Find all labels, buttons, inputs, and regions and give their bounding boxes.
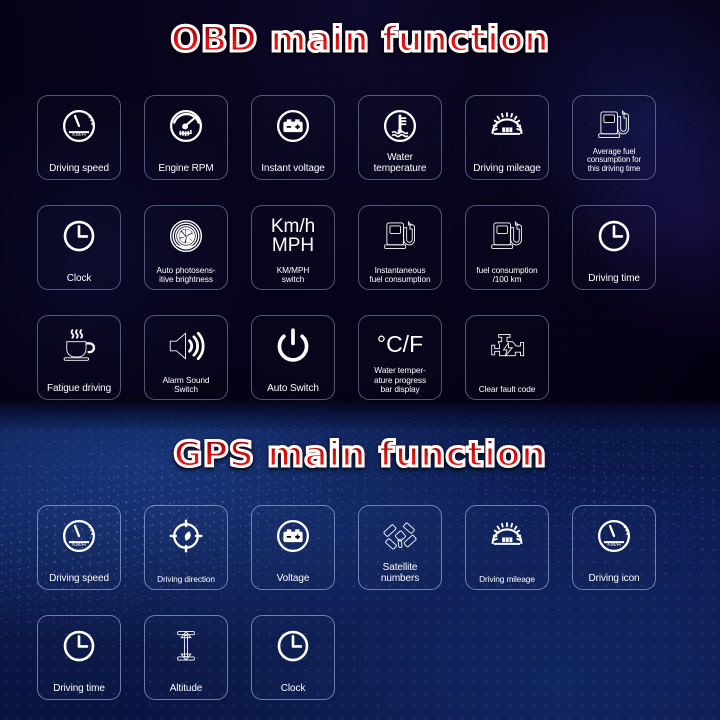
feature-card-label: Driving speed <box>49 163 109 174</box>
feature-card-label: Altitude <box>169 683 203 694</box>
feature-card-label: Driving direction <box>157 573 215 584</box>
clock-icon <box>573 213 655 258</box>
feature-card[interactable]: Km/h MPH KM/MPH switch <box>251 205 335 290</box>
feature-card[interactable]: Water temperature <box>358 95 442 180</box>
feature-card[interactable]: Driving time <box>37 615 121 700</box>
power-icon <box>252 323 334 368</box>
fuel-pump-icon <box>359 213 441 258</box>
odometer-icon <box>466 513 548 558</box>
feature-card[interactable]: °C/F Water temper- ature progress bar dis… <box>358 315 442 400</box>
speedometer-icon: KM/H <box>38 103 120 148</box>
feature-card-label: Alarm Sound Switch <box>162 374 210 394</box>
engine-check-icon <box>466 323 548 368</box>
compass-icon <box>145 513 227 558</box>
feature-card-label: KM/MPH switch <box>276 264 310 284</box>
feature-card[interactable]: Clock <box>251 615 335 700</box>
feature-card-label: Voltage <box>276 573 310 584</box>
fuel-pump-icon <box>466 213 548 258</box>
feature-card[interactable]: Instant voltage <box>251 95 335 180</box>
svg-text:KM/H: KM/H <box>72 132 86 138</box>
odometer-icon <box>466 103 548 148</box>
feature-card[interactable]: Voltage <box>251 505 335 590</box>
clock-icon <box>38 213 120 258</box>
coffee-cup-icon <box>38 323 120 368</box>
feature-card-label: Driving time <box>588 273 640 284</box>
svg-text:KM/H: KM/H <box>607 542 621 548</box>
feature-card-label: Driving mileage <box>473 163 541 174</box>
feature-card[interactable]: Driving time <box>572 205 656 290</box>
obd-feature-grid: KM/H Driving speed Engine RPM Instant vo… <box>37 95 683 425</box>
feature-card[interactable]: Driving direction <box>144 505 228 590</box>
feature-card[interactable]: KM/H Driving speed <box>37 505 121 590</box>
feature-card[interactable]: Instantaneous fuel consumption <box>358 205 442 290</box>
feature-card[interactable]: Altitude <box>144 615 228 700</box>
feature-card-label: Water temper- ature progress bar display <box>373 365 427 394</box>
obd-section-title: OBD main function <box>0 19 720 62</box>
feature-card-label: Clock <box>66 273 92 284</box>
tachometer-rpm-icon <box>145 103 227 148</box>
feature-card-label: Water temperature <box>373 152 427 174</box>
feature-card[interactable]: Clock <box>37 205 121 290</box>
feature-card-label: Driving icon <box>588 573 640 584</box>
feature-card[interactable]: Driving mileage <box>465 95 549 180</box>
feature-card[interactable]: Auto photosens- itive brightness <box>144 205 228 290</box>
feature-card-label: Satellite numbers <box>380 562 420 584</box>
feature-card[interactable]: Fatigue driving <box>37 315 121 400</box>
feature-card-label: Fatigue driving <box>46 383 112 394</box>
aperture-icon <box>145 213 227 258</box>
feature-card-label: Driving speed <box>49 573 109 584</box>
speaker-volume-icon <box>145 323 227 368</box>
celsius-fahrenheit-text-icon: °C/F <box>359 323 441 366</box>
feature-card[interactable]: Clear fault code <box>465 315 549 400</box>
altitude-icon <box>145 623 227 668</box>
battery-icon <box>252 103 334 148</box>
feature-card-label: fuel consumption /100 km <box>476 264 538 284</box>
feature-card-label: Clear fault code <box>478 383 536 394</box>
feature-card[interactable]: KM/H Driving icon <box>572 505 656 590</box>
mph-text: MPH <box>271 234 315 256</box>
clock-icon <box>252 623 334 668</box>
kmh-mph-text-icon: Km/h MPH <box>252 213 334 258</box>
svg-text:KM/H: KM/H <box>72 542 86 548</box>
kmh-text: Km/h <box>270 215 316 237</box>
feature-card-label: Instantaneous fuel consumption <box>369 264 431 284</box>
water-temperature-icon <box>359 103 441 148</box>
feature-card[interactable]: Alarm Sound Switch <box>144 315 228 400</box>
feature-card-label: Clock <box>280 683 306 694</box>
speedometer-icon: KM/H <box>38 513 120 558</box>
feature-card-label: Auto Switch <box>267 383 319 394</box>
fuel-pump-icon <box>573 103 655 148</box>
feature-card[interactable]: Auto Switch <box>251 315 335 400</box>
feature-card-label: Instant voltage <box>261 163 325 174</box>
gps-section-title: GPS main function <box>0 434 720 477</box>
gps-feature-grid: KM/H Driving speed Driving direction Vol… <box>37 505 683 720</box>
clock-icon <box>38 623 120 668</box>
feature-card[interactable]: KM/H Driving speed <box>37 95 121 180</box>
feature-card[interactable]: Average fuel consumption for this drivin… <box>572 95 656 180</box>
battery-icon <box>252 513 334 558</box>
speedometer-icon: KM/H <box>573 513 655 558</box>
poster-root: OBD main function KM/H Driving speed Eng… <box>0 0 720 720</box>
feature-card-label: Driving time <box>53 683 105 694</box>
feature-card[interactable]: Driving mileage <box>465 505 549 590</box>
feature-card-label: Auto photosens- itive brightness <box>156 264 216 284</box>
feature-card[interactable]: Satellite numbers <box>358 505 442 590</box>
satellite-icon <box>359 513 441 558</box>
feature-card-label: Engine RPM <box>158 163 214 174</box>
feature-card-label: Driving mileage <box>479 573 535 584</box>
feature-card[interactable]: fuel consumption /100 km <box>465 205 549 290</box>
feature-card[interactable]: Engine RPM <box>144 95 228 180</box>
feature-card-label: Average fuel consumption for this drivin… <box>587 146 641 174</box>
celsius-fahrenheit-text: °C/F <box>376 331 424 358</box>
